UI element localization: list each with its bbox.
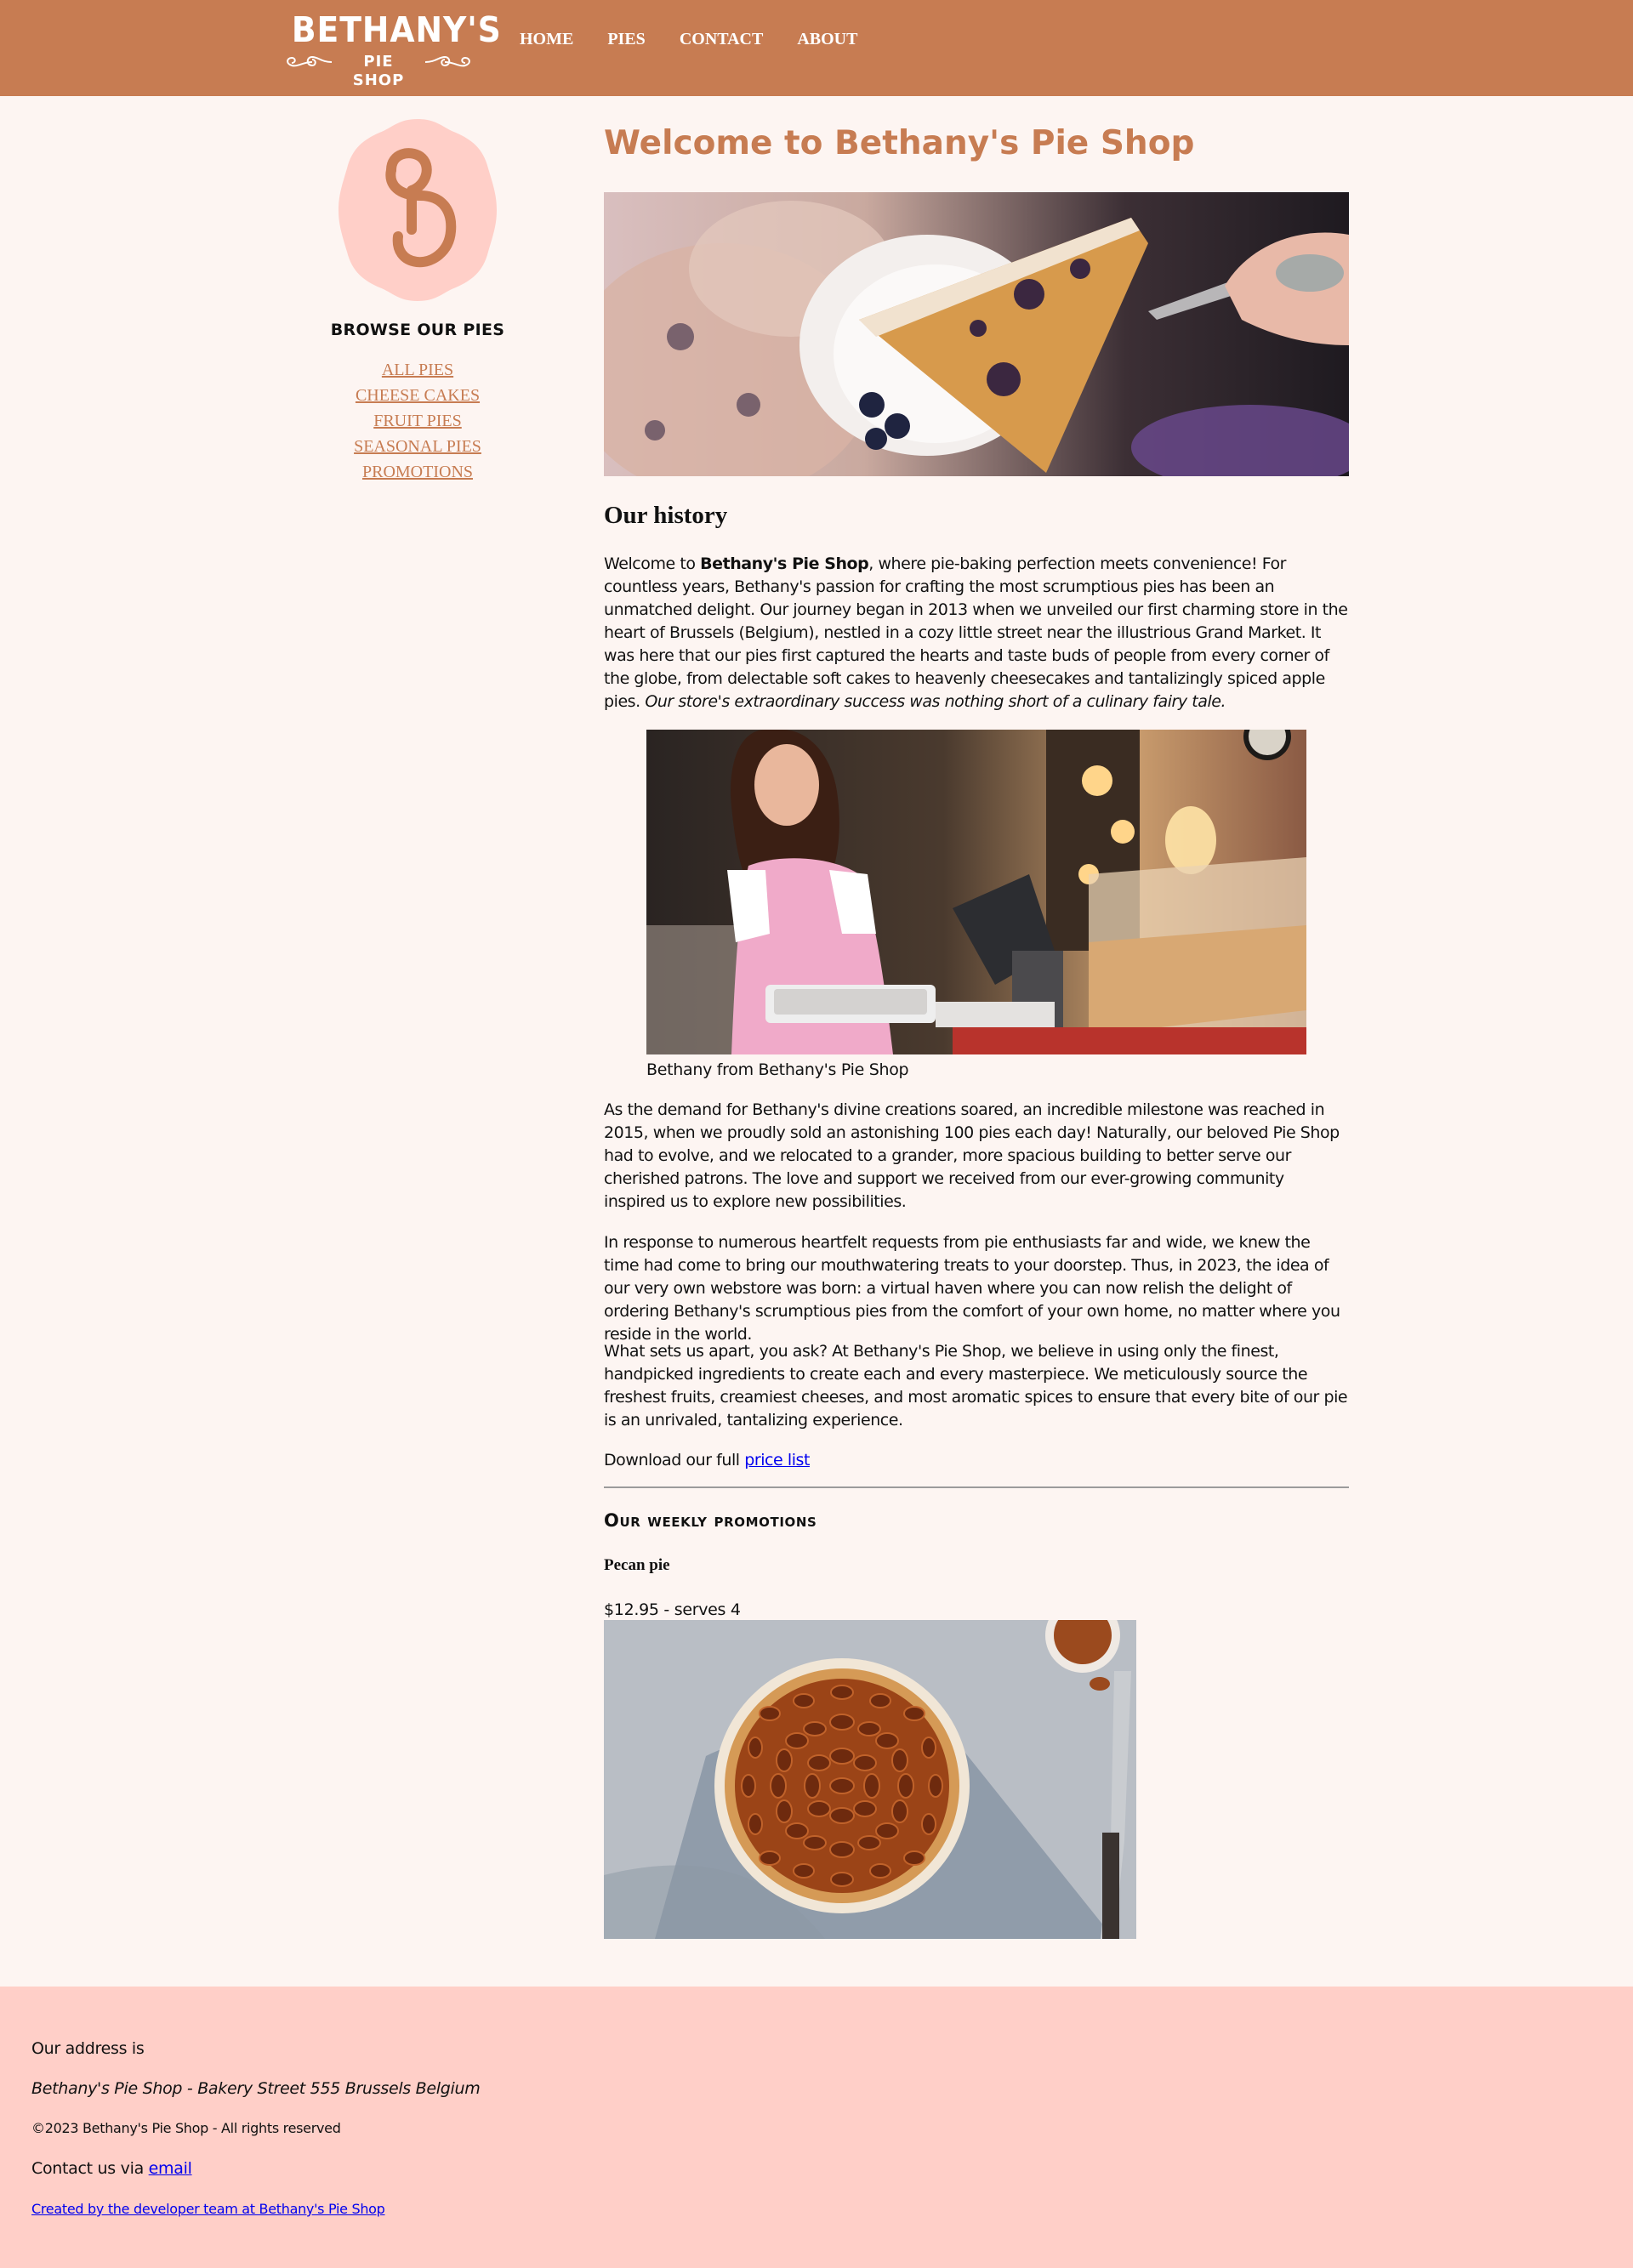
- contact-text: Contact us via: [31, 2159, 149, 2178]
- left-flourish-icon: [287, 55, 333, 67]
- history-paragraph-4: What sets us apart, you ask? At Bethany'…: [604, 1342, 1348, 1430]
- promotions-heading: Our weekly promotions: [604, 1510, 817, 1531]
- site-header: BETHANY'S PIE SHOP HOME PIES CONTACT ABO…: [0, 0, 1633, 96]
- copyright-text: ©2023 Bethany's Pie Shop - All rights re…: [31, 2120, 341, 2136]
- nav-contact[interactable]: CONTACT: [680, 26, 764, 52]
- nav-home[interactable]: HOME: [520, 26, 573, 52]
- address-label: Our address is: [31, 2039, 145, 2058]
- promo-pie-name: Pecan pie: [604, 1556, 670, 1574]
- logo-subtitle-text: PIE SHOP: [352, 53, 405, 89]
- hero-image: [604, 192, 1349, 476]
- price-list-line: Download our full price list: [604, 1449, 1349, 1472]
- category-seasonal-pies[interactable]: SEASONAL PIES: [290, 434, 545, 459]
- address-text: Bethany's Pie Shop - Bakery Street 555 B…: [31, 2079, 481, 2098]
- right-flourish-icon: [424, 55, 470, 67]
- history-paragraph-3: In response to numerous heartfelt reques…: [604, 1233, 1340, 1344]
- price-list-text: Download our full: [604, 1451, 745, 1469]
- p1-italic-text: Our store's extraordinary success was no…: [645, 692, 1226, 711]
- email-link[interactable]: email: [149, 2159, 192, 2178]
- nav-pies[interactable]: PIES: [607, 26, 645, 52]
- shop-name-bold: Bethany's Pie Shop: [700, 554, 869, 573]
- main-nav: HOME PIES CONTACT ABOUT: [520, 26, 891, 52]
- category-promotions[interactable]: PROMOTIONS: [290, 459, 545, 485]
- p1-text-start: Welcome to: [604, 554, 701, 573]
- p1-text-body: , where pie-baking perfection meets conv…: [604, 554, 1348, 711]
- category-list: ALL PIES CHEESE CAKES FRUIT PIES SEASONA…: [290, 357, 545, 485]
- site-logo[interactable]: BETHANY'S PIE SHOP: [284, 9, 502, 89]
- monogram-badge: [337, 117, 498, 303]
- section-divider: [604, 1486, 1349, 1488]
- photo-caption: Bethany from Bethany's Pie Shop: [646, 1060, 909, 1079]
- category-all-pies[interactable]: ALL PIES: [290, 357, 545, 383]
- pecan-pie-image[interactable]: [604, 1620, 1136, 1939]
- nav-about[interactable]: ABOUT: [797, 26, 857, 52]
- bethany-photo: [646, 730, 1306, 1054]
- monogram-b-icon: [339, 119, 497, 301]
- contact-line: Contact us via email: [31, 2157, 192, 2180]
- logo-wordmark: BETHANY'S: [291, 9, 502, 50]
- promo-pie-price: $12.95 - serves 4: [604, 1600, 741, 1619]
- history-paragraph-1: Welcome to Bethany's Pie Shop, where pie…: [604, 553, 1349, 713]
- browse-title: BROWSE OUR PIES: [330, 321, 505, 339]
- credit-line: Created by the developer team at Bethany…: [31, 2200, 385, 2219]
- price-list-link[interactable]: price list: [744, 1451, 810, 1469]
- history-paragraph-2: As the demand for Bethany's divine creat…: [604, 1100, 1340, 1211]
- credit-link[interactable]: Created by the developer team at Bethany…: [31, 2201, 385, 2217]
- history-heading: Our history: [604, 502, 728, 529]
- category-cheese-cakes[interactable]: CHEESE CAKES: [290, 383, 545, 408]
- page-title: Welcome to Bethany's Pie Shop: [604, 124, 1195, 162]
- logo-subtitle: PIE SHOP: [284, 51, 473, 89]
- category-fruit-pies[interactable]: FRUIT PIES: [290, 408, 545, 434]
